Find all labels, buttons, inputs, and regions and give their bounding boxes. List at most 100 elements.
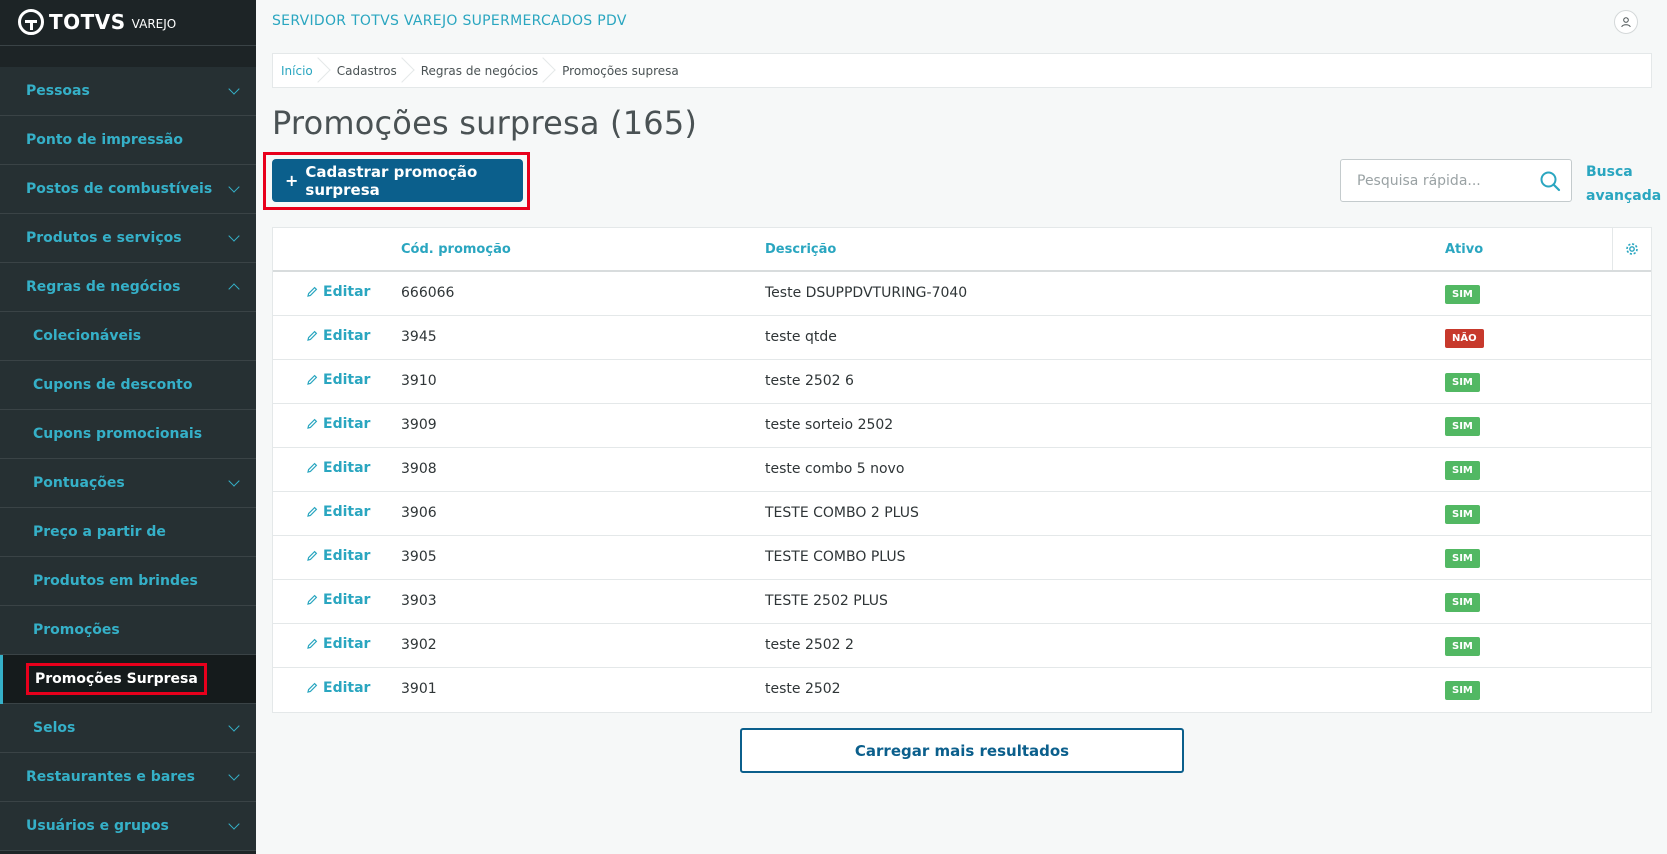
status-badge: SIM — [1445, 593, 1480, 612]
chevron-down-icon — [228, 720, 240, 732]
breadcrumb-item: Promoções supresa — [554, 54, 695, 87]
sidebar-item[interactable]: Promoções — [0, 606, 256, 655]
edit-button[interactable]: Editar — [306, 592, 370, 608]
sidebar-item-label: Selos — [33, 720, 76, 736]
promotion-code: 3903 — [401, 593, 437, 609]
sidebar-item[interactable]: Promoções Surpresa — [0, 655, 256, 704]
edit-label: Editar — [323, 460, 371, 476]
column-header-code[interactable]: Cód. promoção — [401, 242, 511, 257]
promotion-description: teste sorteio 2502 — [765, 417, 894, 433]
search-input[interactable] — [1357, 172, 1537, 189]
status-badge: SIM — [1445, 461, 1480, 480]
sidebar-item[interactable]: Produtos em brindes — [0, 557, 256, 606]
breadcrumb-item[interactable]: Início — [273, 54, 331, 87]
promotion-description: teste 2502 6 — [765, 373, 854, 389]
pencil-icon — [307, 594, 318, 605]
edit-button[interactable]: Editar — [306, 416, 370, 432]
sidebar-item[interactable]: Regras de negócios — [0, 263, 256, 312]
edit-button[interactable]: Editar — [306, 504, 370, 520]
active-indicator — [0, 655, 3, 704]
status-badge: SIM — [1445, 285, 1480, 304]
table-settings-button[interactable] — [1612, 228, 1651, 270]
breadcrumb-label: Promoções supresa — [562, 63, 679, 78]
breadcrumb-label: Regras de negócios — [420, 63, 539, 78]
table-row: Editar 3906 TESTE COMBO 2 PLUS SIM — [273, 492, 1651, 536]
edit-label: Editar — [323, 504, 371, 520]
promotion-code: 3910 — [401, 373, 437, 389]
sidebar-item-label: Restaurantes e bares — [26, 769, 195, 785]
sidebar-item[interactable]: Preço a partir de — [0, 508, 256, 557]
chevron-down-icon — [228, 230, 240, 242]
load-more-button[interactable]: Carregar mais resultados — [740, 728, 1184, 773]
search-icon[interactable] — [1539, 170, 1561, 192]
edit-label: Editar — [323, 592, 371, 608]
chevron-down-icon — [228, 769, 240, 781]
sidebar-item[interactable]: Colecionáveis — [0, 312, 256, 361]
sidebar-item[interactable]: Selos — [0, 704, 256, 753]
status-badge: SIM — [1445, 373, 1480, 392]
sidebar-item[interactable]: Cupons promocionais — [0, 410, 256, 459]
breadcrumb-item[interactable]: Regras de negócios — [413, 54, 556, 87]
sidebar-item-label: Promoções Surpresa — [26, 663, 207, 695]
sidebar-item-label: Preço a partir de — [33, 524, 166, 540]
edit-button[interactable]: Editar — [306, 284, 370, 300]
sidebar: Pessoas Ponto de impressão Postos de combu… — [0, 0, 256, 854]
pencil-icon — [307, 374, 318, 385]
promotion-code: 3901 — [401, 681, 437, 697]
edit-button[interactable]: Editar — [306, 460, 370, 476]
table-row: Editar 666066 Teste DSUPPDVTURING-7040 SIM — [273, 272, 1651, 316]
page-title: Promoções surpresa (165) — [272, 104, 698, 142]
sidebar-item-label: Pontuações — [33, 475, 125, 491]
status-badge: SIM — [1445, 681, 1480, 700]
column-header-description[interactable]: Descrição — [765, 242, 836, 257]
promotion-description: teste combo 5 novo — [765, 461, 905, 477]
table-row: Editar 3945 teste qtde NÃO — [273, 316, 1651, 360]
sidebar-item-label: Promoções — [33, 622, 120, 638]
add-button-label: Cadastrar promoção surpresa — [305, 162, 478, 199]
chevron-down-icon — [228, 818, 240, 830]
sidebar-item-label: Postos de combustíveis — [26, 181, 213, 197]
edit-button[interactable]: Editar — [306, 372, 370, 388]
advanced-search-link[interactable]: Busca avançada — [1586, 160, 1661, 208]
sidebar-item[interactable]: Ponto de impressão — [0, 116, 256, 165]
column-header-active[interactable]: Ativo — [1445, 242, 1483, 257]
breadcrumb-item[interactable]: Cadastros — [329, 54, 415, 87]
plus-icon: + — [285, 171, 299, 190]
edit-button[interactable]: Editar — [306, 680, 370, 696]
promotion-description: teste 2502 2 — [765, 637, 854, 653]
sidebar-item[interactable]: Pessoas — [0, 67, 256, 116]
edit-button[interactable]: Editar — [306, 328, 370, 344]
sidebar-item[interactable]: Pontuações — [0, 459, 256, 508]
pencil-icon — [307, 550, 318, 561]
promotion-description: TESTE COMBO 2 PLUS — [765, 505, 919, 521]
promotion-code: 3905 — [401, 549, 437, 565]
sidebar-item[interactable]: Cupons de desconto — [0, 361, 256, 410]
add-surprise-promotion-button[interactable]: + Cadastrar promoção surpresa — [272, 159, 523, 202]
gear-icon — [1626, 243, 1638, 255]
promotions-table: Cód. promoção Descrição Ativo Editar 6660… — [272, 227, 1652, 713]
sidebar-item-label: Usuários e grupos — [26, 818, 169, 834]
sidebar-item[interactable]: Produtos e serviços — [0, 214, 256, 263]
app-root: Pessoas Ponto de impressão Postos de combu… — [0, 0, 1667, 854]
breadcrumb-separator — [305, 57, 331, 83]
sidebar-item[interactable]: Usuários e grupos — [0, 802, 256, 851]
edit-button[interactable]: Editar — [306, 548, 370, 564]
promotion-code: 3908 — [401, 461, 437, 477]
breadcrumb-label: Cadastros — [336, 63, 397, 78]
edit-button[interactable]: Editar — [306, 636, 370, 652]
logo[interactable]: TOTVS VAREJO — [0, 0, 256, 44]
sidebar-item[interactable]: Restaurantes e bares — [0, 753, 256, 802]
breadcrumb: Início Cadastros Regras de negócios Promoçõ… — [272, 53, 1652, 88]
table-row: Editar 3902 teste 2502 2 SIM — [273, 624, 1651, 668]
chevron-down-icon — [228, 475, 240, 487]
sidebar-item-label: Regras de negócios — [26, 279, 181, 295]
edit-label: Editar — [323, 548, 371, 564]
promotion-description: TESTE COMBO PLUS — [765, 549, 906, 565]
status-badge: SIM — [1445, 505, 1480, 524]
promotion-code: 3909 — [401, 417, 437, 433]
edit-label: Editar — [323, 284, 371, 300]
status-badge: SIM — [1445, 637, 1480, 656]
pencil-icon — [307, 638, 318, 649]
sidebar-item[interactable]: Postos de combustíveis — [0, 165, 256, 214]
user-menu-button[interactable] — [1614, 10, 1638, 34]
